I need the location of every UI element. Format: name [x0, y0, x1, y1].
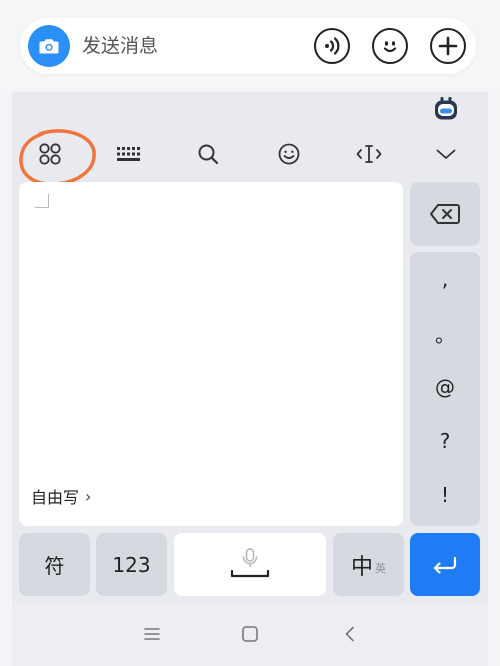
space-mic-icon	[230, 547, 270, 577]
toolbar-search-button[interactable]	[188, 136, 228, 172]
chevron-right-icon: ›	[85, 486, 92, 506]
toolbar-apps-button[interactable]	[30, 136, 70, 172]
lang-sub-label: 英	[375, 561, 386, 575]
enter-icon	[433, 556, 457, 574]
home-square-icon	[242, 626, 258, 642]
menu-icon	[144, 628, 160, 640]
punct-key-exclamation[interactable]: !	[410, 468, 480, 522]
collapse-chevron-icon	[436, 149, 456, 159]
backspace-key[interactable]	[410, 182, 480, 246]
assistant-bot-icon[interactable]	[433, 96, 459, 122]
pad-corner-mark	[35, 194, 49, 208]
language-switch-key[interactable]: 中 英	[333, 533, 404, 596]
camera-button[interactable]	[28, 25, 70, 67]
toolbar-keyboard-button[interactable]	[109, 136, 149, 172]
nav-back-button[interactable]	[332, 618, 368, 650]
voice-button[interactable]	[314, 28, 350, 64]
numbers-key[interactable]: 123	[96, 533, 167, 596]
cursor-move-icon	[356, 145, 382, 163]
handwriting-pad[interactable]: 自由写 ›	[19, 182, 403, 526]
emoji-button[interactable]	[372, 28, 408, 64]
emoji-icon	[383, 41, 397, 53]
punctuation-column: , 。 @ ? !	[410, 252, 480, 526]
nav-menu-button[interactable]	[134, 618, 170, 650]
side-key-column: , 。 @ ? !	[410, 182, 480, 526]
nav-home-button[interactable]	[232, 618, 268, 650]
system-navigation-bar	[12, 602, 488, 666]
emoji-icon	[278, 143, 300, 165]
keyboard-layout-icon	[117, 147, 140, 161]
punct-key-comma[interactable]: ,	[410, 252, 480, 306]
freewrite-link[interactable]: 自由写 ›	[31, 484, 91, 508]
enter-key[interactable]	[410, 533, 480, 596]
toolbar-collapse-button[interactable]	[426, 136, 466, 172]
lang-main-label: 中	[350, 554, 373, 580]
message-input[interactable]	[82, 18, 282, 74]
backspace-icon	[430, 204, 460, 224]
chat-input-bar	[0, 0, 500, 90]
punct-key-period[interactable]: 。	[410, 306, 480, 360]
ime-keyboard: 自由写 › , 。 @ ? ! 符 123 中 英	[12, 92, 488, 666]
toolbar-cursor-button[interactable]	[349, 136, 389, 172]
camera-icon	[39, 39, 59, 54]
message-composer	[20, 18, 476, 74]
voice-waves-icon	[325, 37, 340, 55]
punct-key-at[interactable]: @	[410, 360, 480, 414]
symbols-key[interactable]: 符	[19, 533, 90, 596]
plus-icon	[438, 36, 458, 56]
toolbar-emoji-button[interactable]	[269, 136, 309, 172]
search-icon	[198, 144, 219, 165]
bottom-key-row: 符 123 中 英	[12, 533, 488, 596]
freewrite-label: 自由写	[31, 488, 80, 507]
punct-key-question[interactable]: ?	[410, 414, 480, 468]
add-button[interactable]	[430, 28, 466, 64]
back-chevron-icon	[345, 626, 354, 642]
space-key[interactable]	[174, 533, 326, 596]
apps-grid-icon	[39, 143, 61, 165]
